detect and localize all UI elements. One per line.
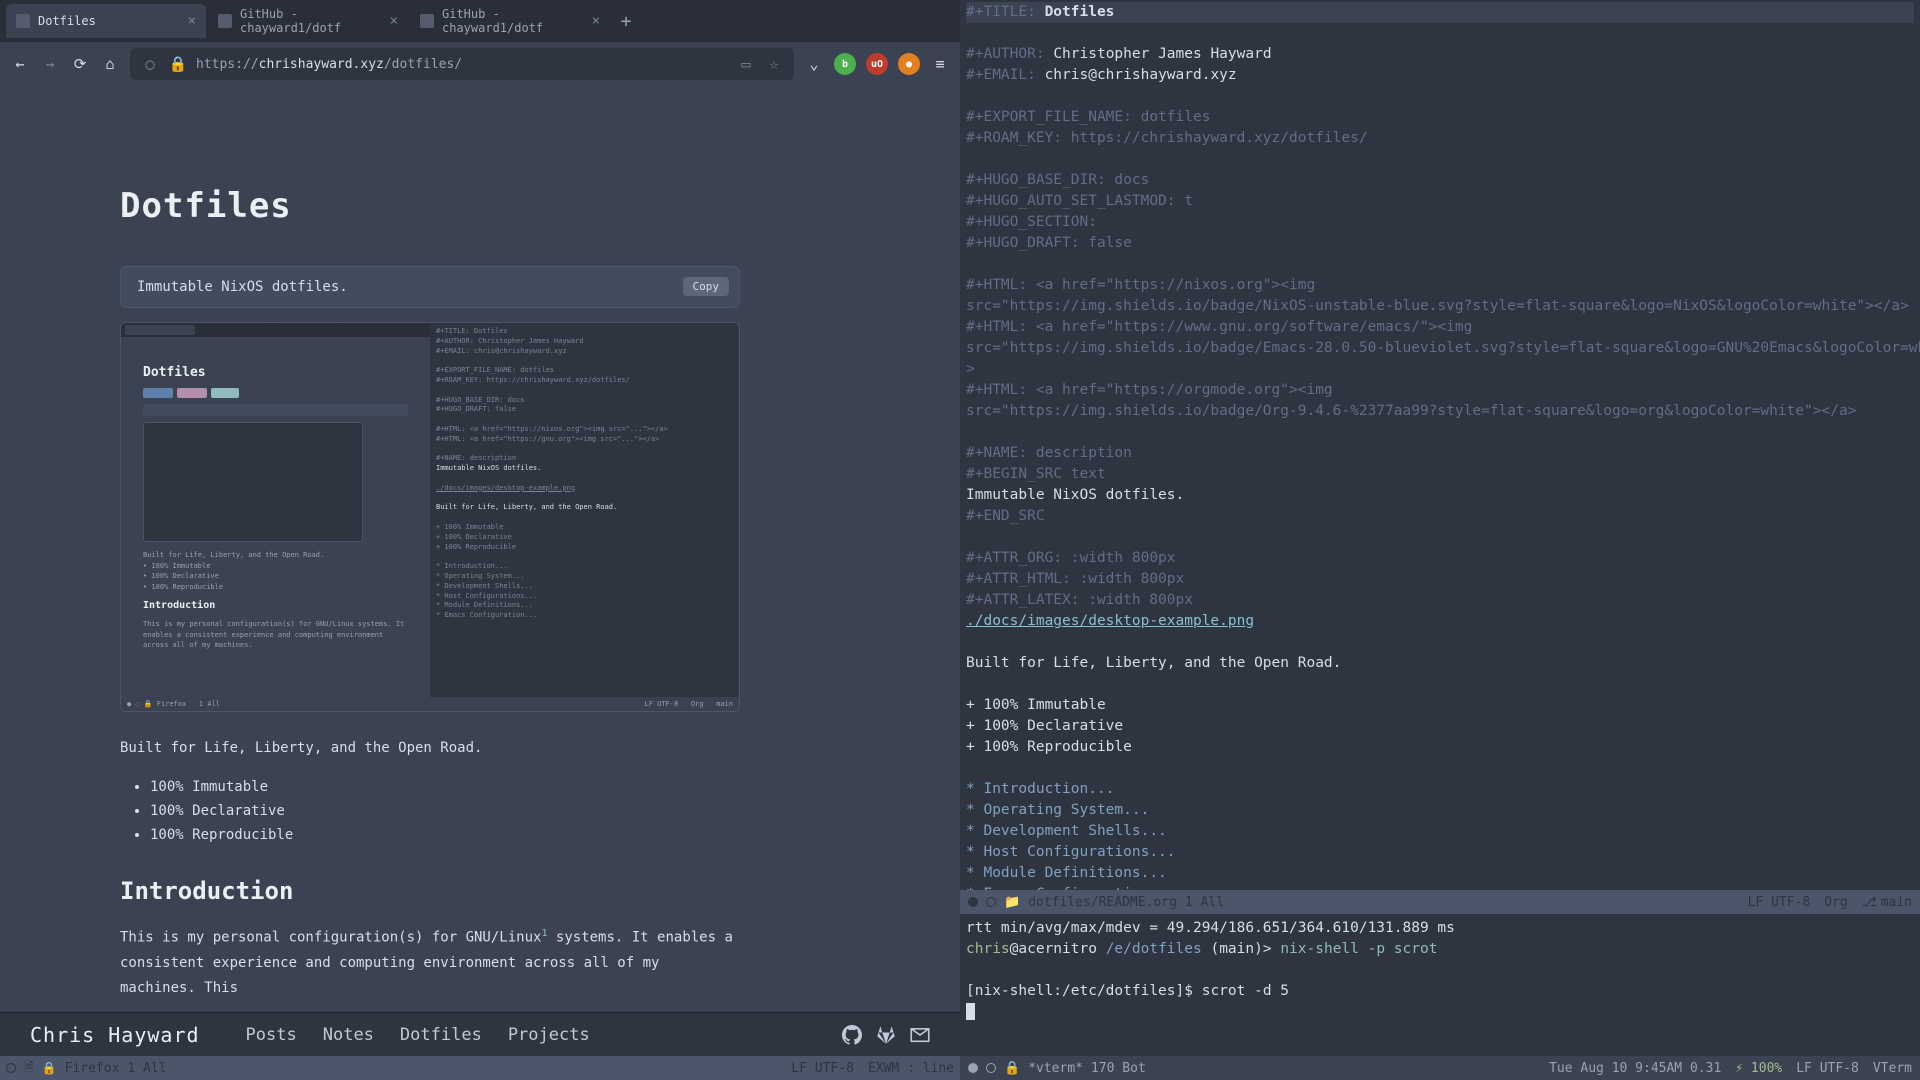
gitlab-icon[interactable] [876,1025,896,1045]
hamburger-menu-icon[interactable]: ≡ [930,54,950,74]
screenshot-preview: Dotfiles Built for Life, Liberty, and th… [120,322,740,712]
buffer-name: Firefox [65,1061,120,1076]
tab-title: GitHub - chayward1/dotf [240,7,382,35]
site-nav-bar: Chris Hayward Posts Notes Dotfiles Proje… [0,1012,960,1056]
vterm-terminal[interactable]: rtt min/avg/max/mdev = 49.294/186.651/36… [960,914,1920,1056]
buffer-position: 1 All [1185,895,1224,910]
reader-mode-icon[interactable]: ▭ [736,54,756,74]
github-icon[interactable] [842,1025,862,1045]
tagline: Built for Life, Liberty, and the Open Ro… [120,740,740,756]
nav-link-projects[interactable]: Projects [508,1025,590,1045]
section-heading: Introduction [120,877,740,905]
browser-tab[interactable]: GitHub - chayward1/dotf × [410,4,610,38]
pocket-icon[interactable]: ⌄ [804,54,824,74]
close-icon[interactable]: × [390,13,398,29]
email-icon[interactable] [910,1025,930,1045]
major-mode: VTerm [1873,1061,1912,1076]
term-prompt-line: [nix-shell:/etc/dotfiles]$ scrot -d 5 [966,981,1914,1002]
bookmark-icon[interactable]: ☆ [764,54,784,74]
favicon [420,14,434,28]
feature-list: 100% Immutable 100% Declarative 100% Rep… [120,776,740,847]
major-mode: EXWM : line [868,1061,954,1076]
org-buffer[interactable]: #+TITLE: Dotfiles #+AUTHOR: Christopher … [960,0,1920,890]
battery-status: ⚡ 100% [1735,1061,1782,1076]
browser-tab[interactable]: GitHub - chayward1/dotf × [208,4,408,38]
url-text: https://chrishayward.xyz/dotfiles/ [196,57,462,72]
buffer-path: dotfiles/README.org [1028,895,1177,910]
copy-button[interactable]: Copy [683,277,730,296]
extension-icon[interactable]: b [834,53,856,75]
buffer-position: 170 Bot [1091,1061,1146,1076]
buffer-name: *vterm* [1028,1061,1083,1076]
list-item: 100% Reproducible [150,824,740,848]
back-button[interactable]: ← [10,54,30,74]
folder-icon: 📁 [1004,895,1020,910]
tab-title: Dotfiles [38,14,96,28]
encoding: LF UTF-8 [791,1061,854,1076]
datetime: Tue Aug 10 9:45AM 0.31 [1549,1061,1721,1076]
home-button[interactable]: ⌂ [100,54,120,74]
lock-icon: 🔒 [168,54,188,74]
cursor [966,1003,975,1020]
forward-button[interactable]: → [40,54,60,74]
new-tab-button[interactable]: + [612,7,640,35]
browser-nav-bar: ← → ⟳ ⌂ ◯ 🔒 https://chrishayward.xyz/dot… [0,42,960,86]
modeline-left: 🗎 🔒 Firefox 1 All LF UTF-8 EXWM : line [0,1056,960,1080]
tab-title: GitHub - chayward1/dotf [442,7,584,35]
lock-icon: 🔒 [1004,1061,1020,1076]
nav-link-dotfiles[interactable]: Dotfiles [400,1025,482,1045]
favicon [16,14,30,28]
modeline-dot-icon [968,897,978,907]
page-content-scroll[interactable]: Dotfiles Immutable NixOS dotfiles. Copy … [0,86,952,1012]
page-title: Dotfiles [120,186,740,226]
encoding: LF UTF-8 [1796,1061,1859,1076]
description-codebox: Immutable NixOS dotfiles. Copy [120,266,740,308]
codebox-text: Immutable NixOS dotfiles. [137,279,348,295]
modeline-dot-icon [968,1063,978,1073]
lock-icon: 🔒 [42,1061,57,1075]
term-output: rtt min/avg/max/mdev = 49.294/186.651/36… [966,918,1914,939]
modeline-dot-icon [986,897,996,907]
buffer-position: 1 All [127,1061,166,1076]
major-mode: Org [1824,895,1847,910]
list-item: 100% Declarative [150,800,740,824]
browser-tab-active[interactable]: Dotfiles × [6,4,206,38]
nav-link-notes[interactable]: Notes [323,1025,374,1045]
site-brand[interactable]: Chris Hayward [30,1023,200,1047]
mini-intro: Introduction [143,600,408,611]
close-icon[interactable]: × [592,13,600,29]
modeline-org: 📁 dotfiles/README.org 1 All LF UTF-8 Org… [960,890,1920,914]
nav-link-posts[interactable]: Posts [246,1025,297,1045]
image-link[interactable]: ./docs/images/desktop-example.png [966,613,1254,629]
list-item: 100% Immutable [150,776,740,800]
browser-tab-bar: Dotfiles × GitHub - chayward1/dotf × Git… [0,0,960,42]
term-prompt-line: chris@acernitro /e/dotfiles (main)> nix-… [966,939,1914,960]
modeline-dot-icon [6,1063,16,1073]
git-branch: ⎇ main [1862,895,1912,910]
modeline-vterm: 🔒 *vterm* 170 Bot Tue Aug 10 9:45AM 0.31… [960,1056,1920,1080]
file-icon: 🗎 [24,1058,34,1079]
mini-title: Dotfiles [143,365,408,380]
extension-icon[interactable]: ● [898,53,920,75]
shield-icon: ◯ [140,54,160,74]
reload-button[interactable]: ⟳ [70,54,90,74]
favicon [218,14,232,28]
encoding: LF UTF-8 [1748,895,1811,910]
url-bar[interactable]: ◯ 🔒 https://chrishayward.xyz/dotfiles/ ▭… [130,48,794,80]
extension-ublock-icon[interactable]: uO [866,53,888,75]
close-icon[interactable]: × [188,13,196,29]
modeline-dot-icon [986,1063,996,1073]
intro-paragraph: This is my personal configuration(s) for… [120,925,740,1001]
